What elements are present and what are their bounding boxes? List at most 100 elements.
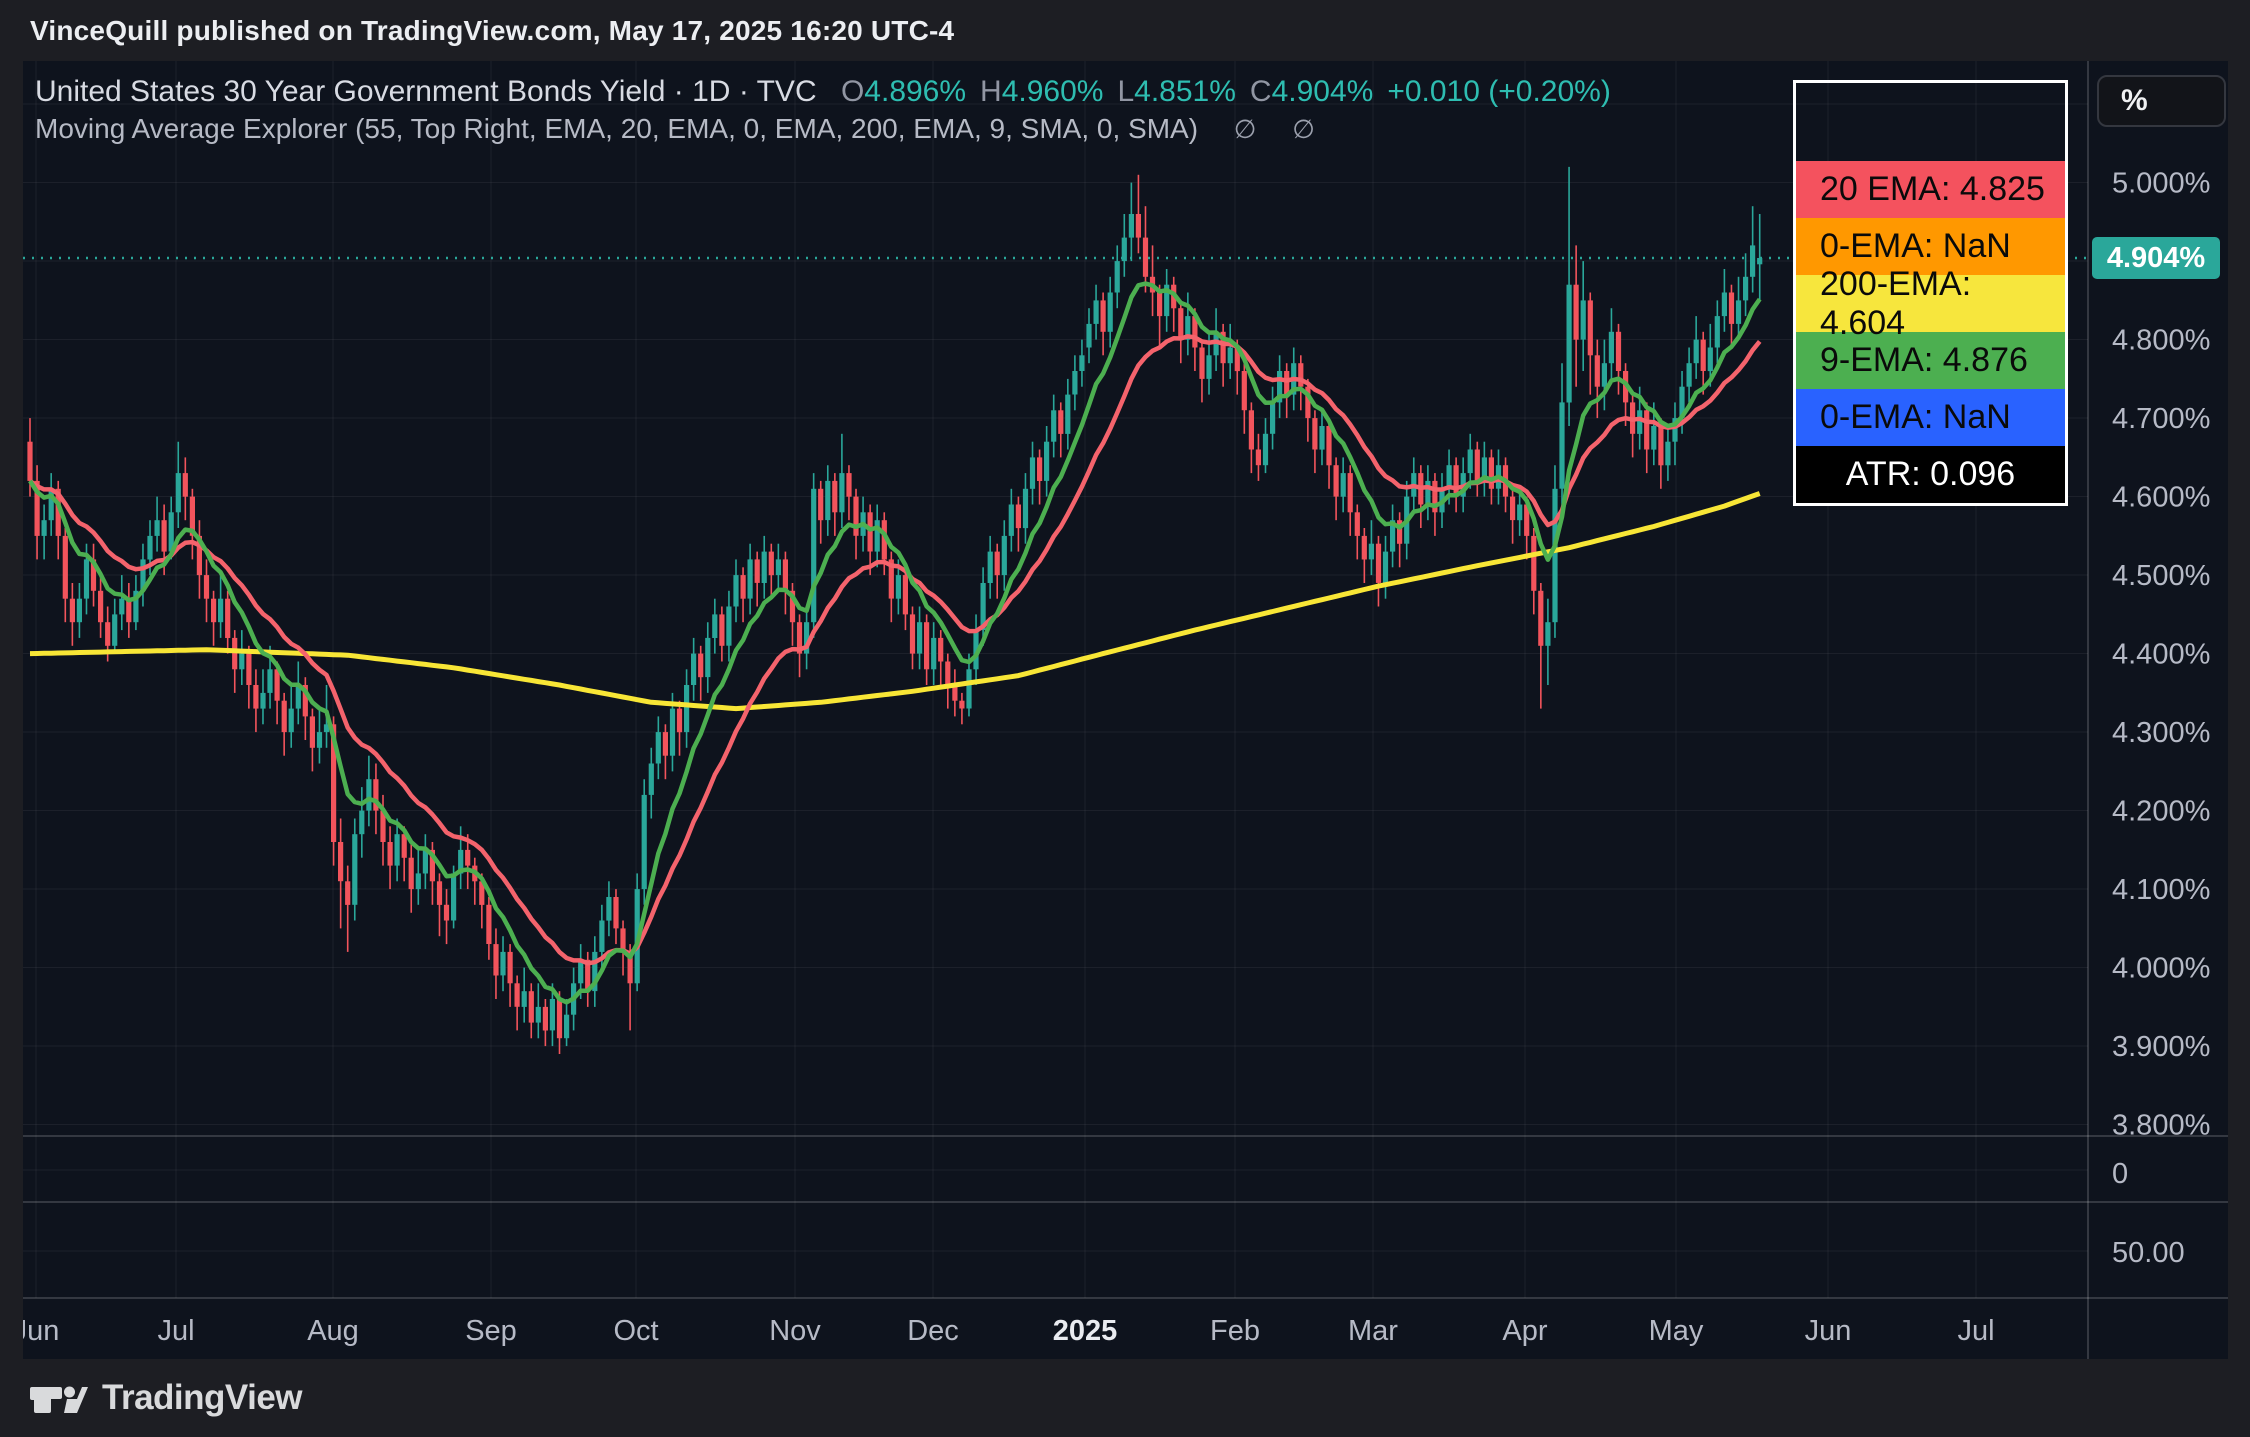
indicator-name[interactable]: Moving Average Explorer (55, Top Right, … (35, 113, 1198, 144)
candle-down (1221, 324, 1226, 387)
candle-down (91, 544, 96, 607)
candle-up (42, 505, 47, 560)
candle-down (952, 669, 957, 716)
candle-down (1397, 512, 1402, 567)
candle-down (613, 889, 618, 944)
candle-up (1715, 300, 1720, 363)
price-scale-unit-button[interactable]: % (2097, 75, 2226, 127)
candle-up (1263, 418, 1268, 473)
time-tick-label: Dec (907, 1315, 959, 1347)
candle-down (1595, 340, 1600, 419)
candle-up (77, 583, 82, 638)
candle-up (1009, 489, 1014, 552)
candle-up (656, 716, 661, 779)
candle-up (1108, 277, 1113, 348)
candle-up (825, 465, 830, 536)
candlestick-series (27, 167, 1762, 1054)
candle-down (543, 999, 548, 1046)
price-tick-label: 3.800% (2112, 1110, 2210, 1142)
candle-up (1694, 316, 1699, 379)
candle-up (649, 748, 654, 819)
candle-down (472, 858, 477, 905)
candle-up (359, 787, 364, 858)
candle-up (317, 709, 322, 764)
candle-down (98, 575, 103, 638)
symbol-title-row: United States 30 Year Government Bonds Y… (35, 73, 1611, 110)
candle-up (1277, 355, 1282, 418)
low-value: 4.851% (1134, 75, 1236, 108)
candle-up (260, 669, 265, 724)
candle-down (225, 591, 230, 654)
candle-down (1016, 497, 1021, 552)
candle-down (938, 630, 943, 685)
candle-down (183, 457, 188, 520)
candle-up (1425, 465, 1430, 520)
candle-up (1383, 536, 1388, 599)
price-tick-label: 5.000% (2112, 168, 2210, 200)
candle-up (592, 936, 597, 1007)
tradingview-logo-icon[interactable] (30, 1381, 88, 1415)
candle-up (423, 834, 428, 889)
time-tick-label: Sep (465, 1315, 517, 1347)
candle-up (811, 473, 816, 638)
candle-down (126, 583, 131, 638)
candle-up (1164, 269, 1169, 332)
time-scale[interactable]: JunJulAugSepOctNovDec2025FebMarAprMayJun… (23, 1315, 1995, 1347)
candle-down (755, 552, 760, 607)
ohlc-readout: O4.896%H4.960%L4.851%C4.904%+0.010 (+0.2… (841, 75, 1611, 108)
timeframe-label[interactable]: 1D (692, 75, 730, 108)
publish-attribution-text: VinceQuill published on TradingView.com,… (30, 15, 954, 47)
symbol-name[interactable]: United States 30 Year Government Bonds Y… (35, 75, 665, 108)
candle-up (1722, 269, 1727, 332)
candle-down (698, 646, 703, 701)
candle-down (1305, 379, 1310, 442)
candle-up (1185, 293, 1190, 356)
candle-down (211, 591, 216, 646)
candle-up (296, 662, 301, 725)
candle-down (1355, 505, 1360, 560)
candle-up (1672, 402, 1677, 465)
candle-up (1228, 324, 1233, 379)
candle-up (931, 622, 936, 685)
candle-down (437, 873, 442, 936)
close-value: 4.904% (1272, 75, 1374, 108)
candle-down (310, 709, 315, 772)
candle-down (924, 614, 929, 685)
candle-down (204, 559, 209, 622)
time-tick-label: Aug (307, 1315, 359, 1347)
candle-down (1454, 457, 1459, 512)
footer: TradingView (0, 1359, 2250, 1437)
candle-down (1418, 465, 1423, 528)
time-tick-label: May (1649, 1315, 1704, 1347)
candle-up (705, 622, 710, 693)
candle-up (416, 850, 421, 905)
candle-up (119, 575, 124, 630)
ema200-line (30, 494, 1760, 709)
brand-name[interactable]: TradingView (102, 1378, 302, 1418)
indicator-title-row: Moving Average Explorer (55, Top Right, … (35, 110, 1611, 148)
candle-up (1602, 340, 1607, 411)
time-tick-label: Jun (1805, 1315, 1852, 1347)
candle-up (712, 599, 717, 654)
grid-lines (23, 61, 2088, 1298)
candle-up (776, 544, 781, 591)
candle-up (218, 575, 223, 638)
candle-down (783, 552, 788, 615)
candle-down (832, 473, 837, 536)
candle-down (190, 489, 195, 560)
candle-up (1567, 167, 1572, 426)
candle-up (1750, 206, 1755, 292)
price-tick-label: 4.000% (2112, 953, 2210, 985)
candle-down (246, 646, 251, 709)
candle-up (875, 505, 880, 568)
candle-up (1665, 426, 1670, 481)
candle-up (352, 819, 357, 921)
candle-down (882, 512, 887, 575)
candle-down (1334, 457, 1339, 520)
candle-up (1051, 395, 1056, 458)
price-scale[interactable]: 5.000%4.800%4.700%4.600%4.500%4.400%4.30… (2112, 168, 2210, 1269)
candle-down (1256, 434, 1261, 481)
chart-panel[interactable]: 5.000%4.800%4.700%4.600%4.500%4.400%4.30… (23, 61, 2228, 1359)
candle-up (1122, 214, 1127, 277)
candle-up (733, 559, 738, 622)
